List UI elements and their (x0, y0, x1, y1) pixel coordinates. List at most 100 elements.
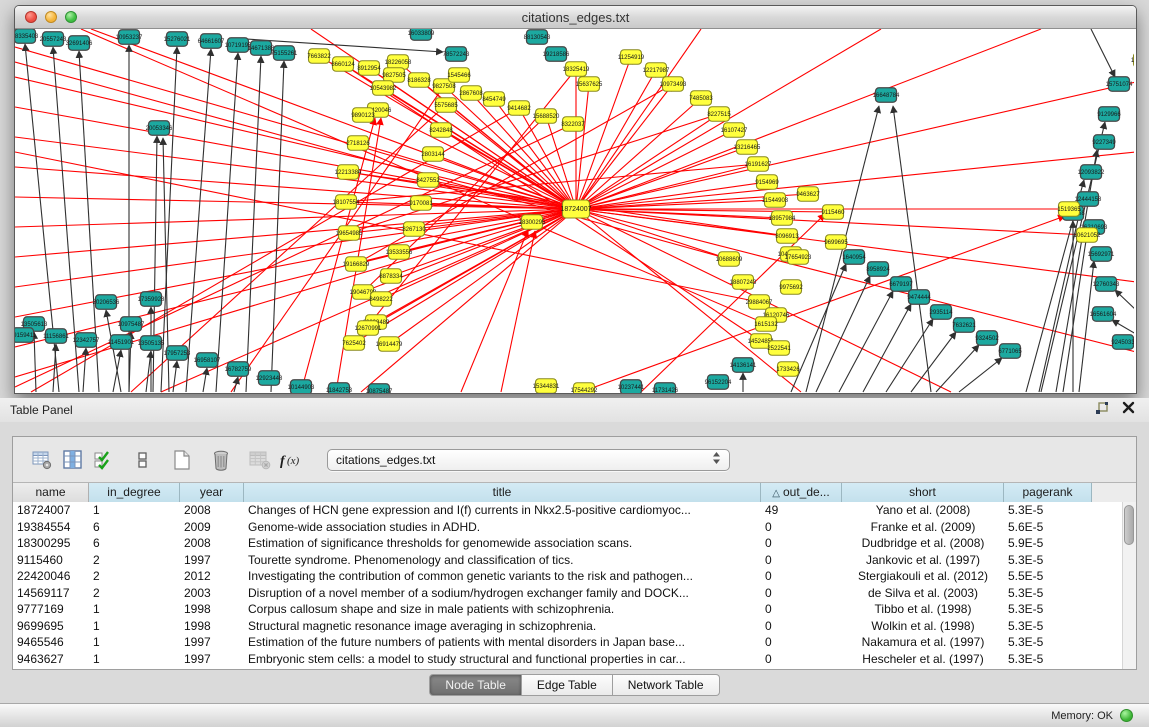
show-column-icon[interactable] (60, 448, 86, 472)
graph-node[interactable]: 11842753 (326, 383, 353, 393)
graph-node[interactable]: 9414682 (507, 101, 531, 116)
graph-node[interactable]: 13533556 (386, 245, 413, 260)
cell-in_degree[interactable]: 2 (89, 585, 180, 602)
network-window[interactable]: citations_edges.txt 18335403205572433269… (14, 5, 1137, 394)
graph-node[interactable]: 8242848 (429, 123, 453, 138)
graph-node[interactable]: 7485083 (689, 91, 713, 106)
graph-node[interactable]: 17544292 (571, 383, 598, 393)
cell-short[interactable]: Tibbo et al. (1998) (842, 601, 1004, 618)
cell-short[interactable]: Hescheler et al. (1997) (842, 651, 1004, 668)
graph-node[interactable]: 8912954 (357, 61, 381, 76)
delete-column-icon[interactable] (208, 448, 234, 472)
column-header-title[interactable]: title (244, 483, 761, 502)
graph-node[interactable]: 12213384 (335, 165, 362, 180)
vertical-scrollbar[interactable] (1122, 502, 1136, 669)
cell-title[interactable]: Structural magnetic resonance image aver… (244, 618, 761, 635)
cell-name[interactable]: 9777169 (13, 601, 89, 618)
graph-node[interactable]: 11451901 (108, 335, 135, 350)
cell-year[interactable]: 1997 (180, 651, 244, 668)
table-row[interactable]: 1830029562008Estimation of significance … (13, 535, 1123, 552)
graph-node[interactable]: 17654923 (785, 250, 812, 265)
cell-title[interactable]: Genome-wide association studies in ADHD. (244, 519, 761, 536)
network-window-titlebar[interactable]: citations_edges.txt (15, 6, 1136, 29)
table-row[interactable]: 911546021997Tourette syndrome. Phenomeno… (13, 552, 1123, 569)
graph-node[interactable]: 11254919 (618, 50, 645, 65)
graph-node[interactable]: 18335403 (15, 29, 39, 43)
graph-node[interactable]: 20206536 (93, 295, 120, 310)
cell-name[interactable]: 9115460 (13, 552, 89, 569)
graph-node[interactable]: 18300295 (519, 215, 546, 230)
graph-node[interactable]: 6679197 (889, 277, 913, 292)
graph-node[interactable]: 2522541 (767, 341, 791, 356)
graph-node[interactable]: 20557243 (40, 32, 67, 47)
graph-node[interactable]: 8454749 (482, 92, 506, 107)
network-table-selector[interactable]: citations_edges.txt (327, 449, 730, 471)
graph-node[interactable]: 6771065 (998, 344, 1022, 359)
graph-node[interactable]: 17359928 (138, 292, 165, 307)
graph-node[interactable]: 11548812 (1131, 53, 1134, 68)
graph-node[interactable]: 9975692 (779, 280, 803, 295)
graph-node[interactable]: 9245033 (1111, 335, 1134, 350)
cell-title[interactable]: Corpus callosum shape and size in male p… (244, 601, 761, 618)
cell-pagerank[interactable]: 5.3E-5 (1004, 618, 1092, 635)
cell-out_de[interactable]: 0 (761, 618, 842, 635)
cell-in_degree[interactable]: 6 (89, 519, 180, 536)
cell-pagerank[interactable]: 5.3E-5 (1004, 552, 1092, 569)
cell-in_degree[interactable]: 2 (89, 552, 180, 569)
graph-node[interactable]: 15751074 (1106, 77, 1133, 92)
cell-pagerank[interactable]: 5.3E-5 (1004, 634, 1092, 651)
table-row[interactable]: 1938455462009Genome-wide association stu… (13, 519, 1123, 536)
zoom-button[interactable] (65, 11, 77, 23)
cell-year[interactable]: 2012 (180, 568, 244, 585)
cell-title[interactable]: Disruption of a novel member of a sodium… (244, 585, 761, 602)
graph-node[interactable]: 10237441 (618, 380, 645, 393)
graph-node[interactable]: 20053346 (146, 121, 173, 136)
float-panel-icon[interactable] (1094, 401, 1110, 420)
column-header-out_de[interactable]: △out_de... (761, 483, 842, 502)
graph-node[interactable]: 2803144 (421, 147, 445, 162)
cell-short[interactable]: Dudbridge et al. (2008) (842, 535, 1004, 552)
table-mode-icon[interactable] (29, 448, 55, 472)
cell-in_degree[interactable]: 6 (89, 535, 180, 552)
graph-node[interactable]: 32691406 (66, 36, 93, 51)
table-row[interactable]: 1456911722003Disruption of a novel membe… (13, 585, 1123, 602)
graph-node[interactable]: 7663822 (307, 49, 331, 64)
graph-node[interactable]: 9154969 (755, 175, 779, 190)
graph-node[interactable]: 18107554 (333, 195, 360, 210)
cell-title[interactable]: Investigating the contribution of common… (244, 568, 761, 585)
table-row[interactable]: 946554611997Estimation of the future num… (13, 634, 1123, 651)
cell-pagerank[interactable]: 5.5E-5 (1004, 568, 1092, 585)
graph-node[interactable]: 88130543 (524, 30, 551, 45)
column-header-short[interactable]: short (842, 483, 1004, 502)
graph-node[interactable]: 9115460 (822, 205, 846, 220)
graph-node[interactable]: 15688520 (533, 109, 560, 124)
graph-node[interactable]: 2935114 (930, 305, 954, 320)
graph-node[interactable]: 12093822 (1078, 165, 1105, 180)
graph-node[interactable]: 9129966 (1097, 107, 1121, 122)
cell-out_de[interactable]: 0 (761, 568, 842, 585)
cell-pagerank[interactable]: 5.3E-5 (1004, 651, 1092, 668)
graph-node[interactable]: 16561604 (1090, 307, 1117, 322)
cell-out_de[interactable]: 0 (761, 519, 842, 536)
graph-node[interactable]: 10975487 (118, 317, 145, 332)
graph-node[interactable]: 39159411 (15, 328, 37, 343)
graph-node[interactable]: 18226058 (385, 55, 412, 70)
cell-name[interactable]: 9463627 (13, 651, 89, 668)
cell-year[interactable]: 2008 (180, 502, 244, 519)
graph-node[interactable]: 9699695 (824, 235, 848, 250)
delete-table-icon[interactable] (247, 448, 273, 472)
graph-node[interactable]: 8878334 (379, 269, 403, 284)
cell-title[interactable]: Changes of HCN gene expression and I(f) … (244, 502, 761, 519)
graph-node[interactable]: 11731426 (652, 383, 679, 393)
graph-node[interactable]: 19218586 (543, 47, 570, 62)
graph-node[interactable]: 16191627 (745, 157, 772, 172)
graph-node[interactable]: 15637625 (576, 77, 603, 92)
cell-year[interactable]: 2008 (180, 535, 244, 552)
graph-node[interactable]: 96152204 (705, 375, 732, 390)
cell-short[interactable]: Franke et al. (2009) (842, 519, 1004, 536)
graph-node[interactable]: 19654985 (336, 226, 363, 241)
graph-node[interactable]: 10688609 (716, 252, 743, 267)
cell-name[interactable]: 19384554 (13, 519, 89, 536)
graph-node[interactable]: 8186328 (407, 73, 431, 88)
cell-pagerank[interactable]: 5.3E-5 (1004, 502, 1092, 519)
